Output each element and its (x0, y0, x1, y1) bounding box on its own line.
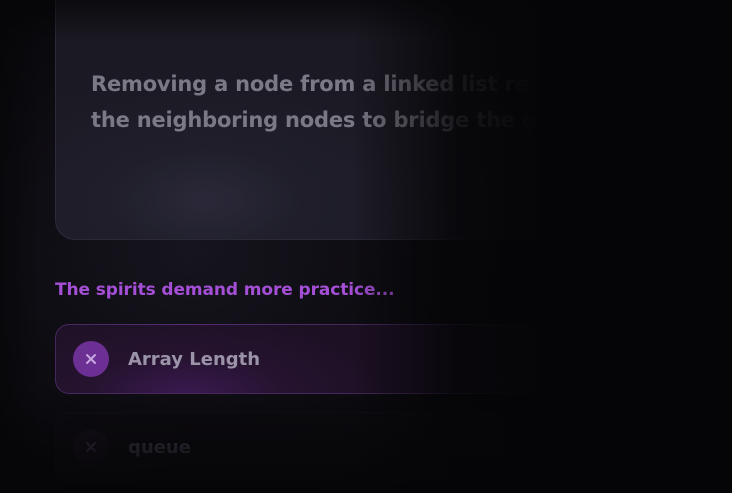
app-stage: Removing a node from a linked list re th… (0, 0, 732, 493)
explanation-text-line-1: Removing a node from a linked list re (91, 72, 529, 96)
practice-topic-queue[interactable]: queue (55, 412, 675, 482)
explanation-text-line-2: the neighboring nodes to bridge the g (91, 108, 537, 132)
practice-heading: The spirits demand more practice... (55, 280, 395, 300)
topic-label: queue (128, 436, 191, 458)
vignette-left (0, 0, 40, 493)
close-icon (73, 341, 109, 377)
practice-topic-array-length[interactable]: Array Length (55, 324, 675, 394)
explanation-text: Removing a node from a linked list re th… (91, 66, 691, 138)
close-icon (73, 429, 109, 465)
topic-label: Array Length (128, 348, 261, 370)
